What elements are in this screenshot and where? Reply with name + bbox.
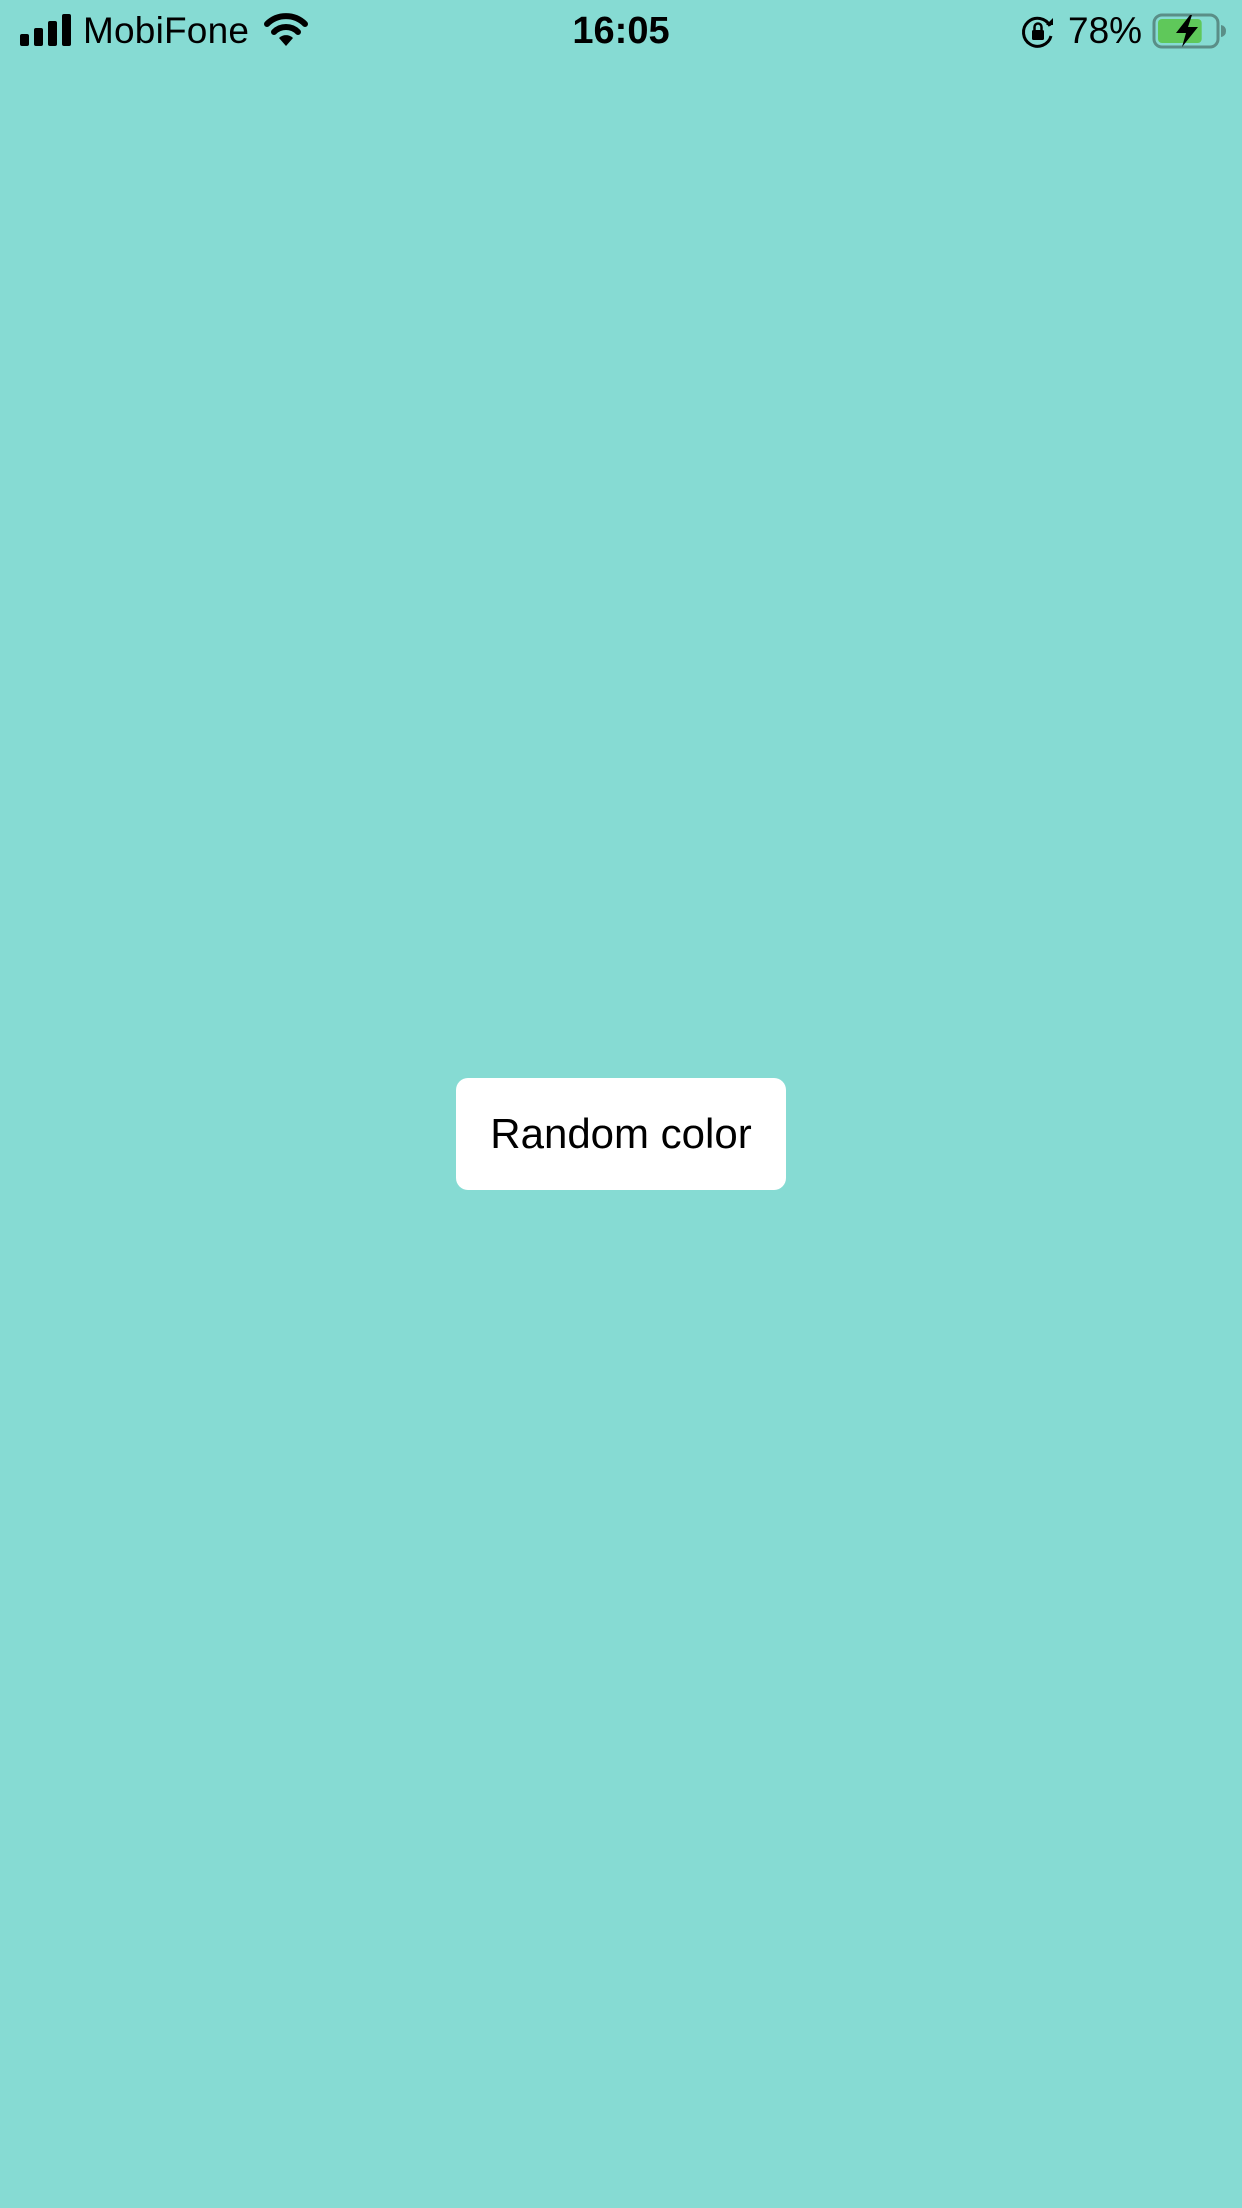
wifi-icon bbox=[264, 13, 308, 46]
carrier-name: MobiFone bbox=[83, 10, 250, 51]
random-color-button-label: Random color bbox=[490, 1110, 752, 1157]
signal-icon bbox=[20, 14, 71, 46]
clock: 16:05 bbox=[572, 10, 670, 52]
status-bar: MobiFone 16:05 78% bbox=[0, 0, 1242, 62]
app-screen: MobiFone 16:05 78% Random color bbox=[0, 0, 1242, 2208]
battery-percentage: 78% bbox=[1068, 10, 1143, 51]
rotation-lock-icon bbox=[1022, 16, 1053, 48]
battery-icon bbox=[1152, 13, 1226, 49]
random-color-button[interactable]: Random color bbox=[456, 1078, 786, 1190]
